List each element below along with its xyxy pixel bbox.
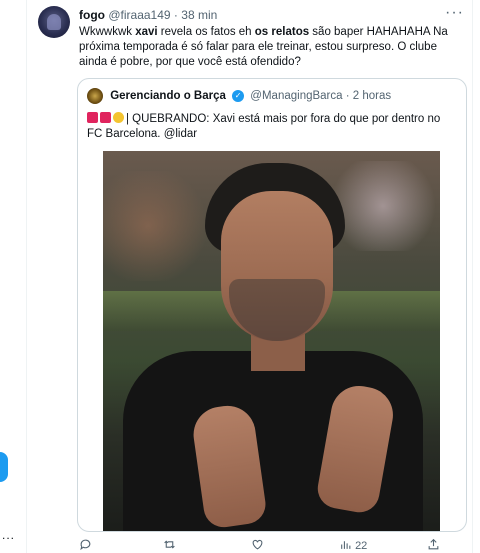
author-name[interactable]: fogo — [79, 8, 105, 22]
tweet-text-mid: revela os fatos eh — [157, 26, 255, 38]
scrollbar[interactable] — [472, 0, 480, 553]
siren-emoji-icon — [87, 112, 98, 123]
quoted-time[interactable]: 2 horas — [353, 90, 391, 102]
left-sidebar: ... — [0, 0, 27, 553]
heart-icon — [252, 539, 263, 550]
reply-icon — [80, 539, 91, 551]
more-options-icon[interactable]: ··· — [445, 4, 464, 22]
views-button[interactable]: 22 — [339, 538, 367, 552]
tweet-time[interactable]: 38 min — [181, 8, 217, 22]
quoted-tweet-header: Gerenciando o Barça ✓ @ManagingBarca · 2… — [87, 88, 391, 106]
retweet-icon — [164, 540, 175, 549]
yellow-emoji-icon — [113, 112, 124, 123]
tweet-text-bold-xavi: xavi — [135, 26, 158, 38]
views-chart-icon — [341, 541, 351, 549]
views-count: 22 — [355, 540, 368, 552]
quoted-separator: · — [345, 90, 350, 102]
share-icon — [428, 538, 439, 550]
tweet-photo[interactable] — [103, 151, 440, 531]
quoted-text-body: | QUEBRANDO: Xavi está mais por fora do … — [87, 113, 441, 140]
tweet-actions: 22 — [77, 538, 467, 553]
tweet-text-bold-relatos: os relatos — [254, 26, 310, 38]
verified-badge-icon: ✓ — [232, 90, 245, 102]
separator: · — [173, 8, 178, 22]
tweet[interactable]: fogo @firaaa149 · 38 min ··· Wkwwkwk xav… — [27, 0, 472, 553]
tweet-text: Wkwwkwk xavi revela os fatos eh os relat… — [79, 25, 467, 70]
reply-button[interactable] — [79, 538, 92, 552]
tweet-header: fogo @firaaa149 · 38 min — [79, 8, 462, 24]
account-more-icon[interactable]: ... — [2, 528, 15, 542]
quoted-avatar[interactable] — [87, 88, 103, 104]
photo-beard — [229, 279, 325, 341]
quoted-author-handle[interactable]: @ManagingBarca — [250, 90, 342, 102]
share-button[interactable] — [427, 538, 440, 552]
siren-emoji-icon — [100, 112, 111, 123]
author-handle[interactable]: @firaaa149 — [108, 8, 170, 22]
avatar-image — [47, 14, 61, 30]
compose-button[interactable] — [0, 452, 8, 482]
avatar[interactable] — [38, 6, 70, 38]
tweet-text-prefix: Wkwwkwk — [79, 26, 136, 38]
quoted-author-name[interactable]: Gerenciando o Barça — [110, 90, 226, 102]
photo-background — [103, 171, 213, 281]
retweet-button[interactable] — [163, 538, 176, 552]
like-button[interactable] — [251, 538, 264, 552]
quoted-tweet-text: | QUEBRANDO: Xavi está mais por fora do … — [87, 112, 457, 142]
quoted-tweet[interactable]: Gerenciando o Barça ✓ @ManagingBarca · 2… — [77, 78, 467, 532]
